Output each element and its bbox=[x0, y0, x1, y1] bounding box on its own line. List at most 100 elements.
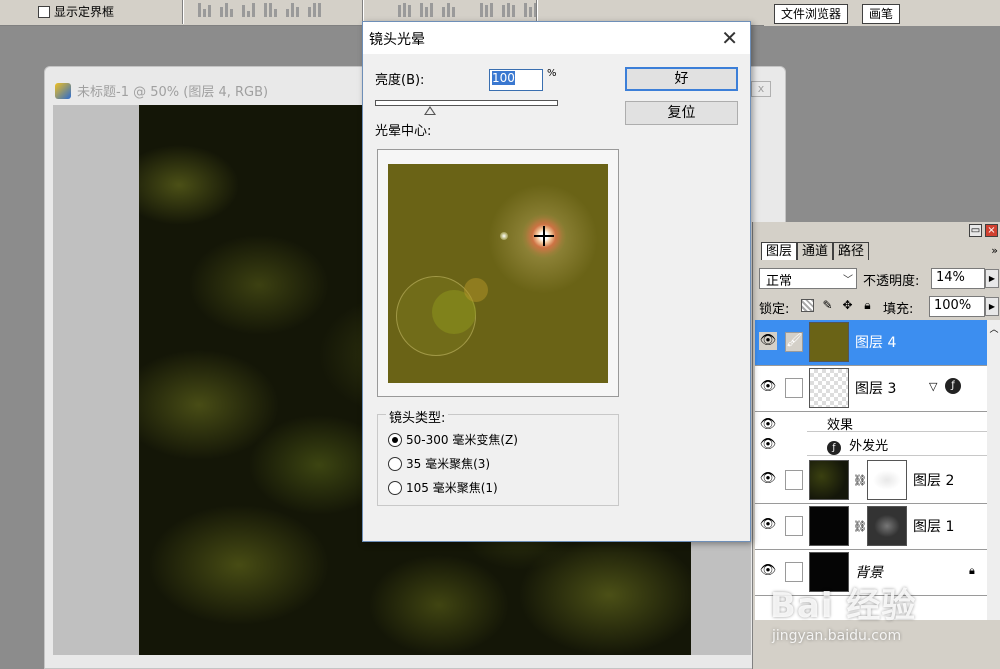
link-column[interactable] bbox=[785, 516, 803, 536]
dialog-close-button[interactable]: ✕ bbox=[721, 26, 738, 50]
tab-brushes[interactable]: 画笔 bbox=[862, 4, 901, 24]
lens-option-35mm[interactable]: 35 毫米聚焦(3) bbox=[388, 455, 490, 472]
palette-close-icon[interactable]: × bbox=[985, 224, 998, 237]
dialog-title: 镜头光晕 bbox=[369, 32, 425, 48]
lock-transparency-icon[interactable] bbox=[801, 299, 814, 312]
visibility-eye-icon[interactable]: 👁︎ bbox=[759, 516, 777, 534]
distribute-vcenter-icon[interactable] bbox=[420, 1, 436, 17]
align-left-icon[interactable] bbox=[264, 1, 280, 17]
layers-scrollbar[interactable]: ︿ bbox=[987, 320, 1000, 620]
visibility-eye-icon[interactable]: 👁︎ bbox=[759, 470, 777, 488]
distribute-bottom-icon[interactable] bbox=[442, 1, 458, 17]
link-column[interactable] bbox=[785, 378, 803, 398]
expand-effects-icon[interactable]: ▽ bbox=[929, 380, 937, 393]
fill-input[interactable]: 100% bbox=[929, 296, 985, 317]
lock-paint-brush-icon[interactable]: ✎ bbox=[821, 299, 834, 312]
palette-menu-icon[interactable]: » bbox=[991, 244, 998, 257]
distribute-top-icon[interactable] bbox=[398, 1, 414, 17]
layer-style-icon[interactable]: ƒ bbox=[945, 378, 961, 394]
fill-label: 填充: bbox=[883, 302, 914, 317]
brightness-value: 100 bbox=[492, 71, 515, 85]
layer-mask-thumbnail[interactable] bbox=[867, 506, 907, 546]
blend-opacity-row: 正常 ﹀ 不透明度: 14% ▶ bbox=[757, 268, 1000, 290]
scroll-up-icon[interactable]: ︿ bbox=[987, 322, 1000, 335]
layer-name[interactable]: 图层 3 bbox=[855, 378, 896, 398]
lens-option-label: 105 毫米聚焦(1) bbox=[406, 481, 498, 495]
brightness-slider[interactable] bbox=[375, 100, 558, 106]
opacity-slider-arrow-icon[interactable]: ▶ bbox=[985, 269, 999, 288]
lens-radio-zoom[interactable] bbox=[388, 432, 402, 447]
lock-label: 锁定: bbox=[759, 302, 790, 317]
brightness-slider-thumb[interactable] bbox=[423, 106, 436, 115]
lens-radio-35mm[interactable] bbox=[388, 456, 402, 471]
brightness-label: 亮度(B): bbox=[375, 73, 425, 88]
outer-glow-row[interactable]: ƒ 外发光 bbox=[807, 432, 987, 456]
effect-icon: ƒ bbox=[827, 441, 841, 455]
effects-visibility-eye-icon[interactable]: 👁︎ bbox=[759, 416, 777, 434]
lock-all-icon[interactable]: 🔒︎ bbox=[861, 299, 874, 312]
preview-frame bbox=[377, 149, 619, 397]
show-bounding-box-checkbox[interactable] bbox=[38, 5, 50, 18]
lock-fill-row: 锁定: ✎ ✥ 🔒︎ 填充: 100% ▶ bbox=[757, 296, 1000, 318]
lock-move-icon[interactable]: ✥ bbox=[841, 299, 854, 312]
visibility-eye-icon[interactable]: 👁︎ bbox=[759, 378, 777, 396]
layer-thumbnail bbox=[809, 506, 849, 546]
photoshop-document-icon bbox=[55, 82, 71, 99]
lens-flare-dialog: 镜头光晕 ✕ 亮度(B): 100 % 光晕中心: 镜头类型: 50-300 毫… bbox=[362, 21, 751, 542]
tab-layers[interactable]: 图层 bbox=[761, 242, 798, 260]
palette-title-bar[interactable]: ▭ × bbox=[753, 222, 1000, 240]
document-close-button[interactable]: x bbox=[751, 81, 771, 97]
lens-option-105mm[interactable]: 105 毫米聚焦(1) bbox=[388, 479, 498, 496]
lens-type-group: 镜头类型: 50-300 毫米变焦(Z) 35 毫米聚焦(3) 105 毫米聚焦… bbox=[377, 407, 619, 506]
lens-type-title: 镜头类型: bbox=[386, 407, 449, 426]
dialog-title-bar[interactable]: 镜头光晕 ✕ bbox=[363, 22, 750, 54]
show-bounding-box-option[interactable]: 显示定界框 bbox=[38, 3, 114, 20]
blend-mode-select[interactable]: 正常 ﹀ bbox=[759, 268, 857, 289]
mask-link-icon[interactable]: ⛓︎ bbox=[853, 520, 867, 533]
distribute-left-icon[interactable] bbox=[480, 1, 496, 17]
opacity-input[interactable]: 14% bbox=[931, 268, 985, 289]
layer-name[interactable]: 图层 4 bbox=[855, 332, 896, 352]
tab-channels[interactable]: 通道 bbox=[797, 242, 834, 260]
toolbar-separator bbox=[182, 0, 184, 24]
blend-mode-value: 正常 bbox=[766, 274, 793, 289]
align-right-icon[interactable] bbox=[308, 1, 324, 17]
layer-name[interactable]: 图层 1 bbox=[913, 516, 954, 536]
visibility-eye-icon[interactable]: 👁︎ bbox=[759, 332, 777, 350]
layer-row-4[interactable]: 👁︎ 🖌︎ 图层 4 bbox=[755, 320, 987, 366]
outer-glow-visibility-eye-icon[interactable]: 👁︎ bbox=[759, 436, 777, 454]
palette-minimize-icon[interactable]: ▭ bbox=[969, 224, 982, 237]
tab-file-browser[interactable]: 文件浏览器 bbox=[774, 4, 849, 24]
align-top-icon[interactable] bbox=[198, 1, 214, 17]
layer-name[interactable]: 图层 2 bbox=[913, 470, 954, 490]
lens-radio-105mm[interactable] bbox=[388, 480, 402, 495]
layer-lock-icon: 🔒︎ bbox=[969, 564, 975, 577]
fill-slider-arrow-icon[interactable]: ▶ bbox=[985, 297, 999, 316]
flare-center-crosshair-icon[interactable] bbox=[534, 226, 554, 246]
mask-link-icon[interactable]: ⛓︎ bbox=[853, 474, 867, 487]
document-title-bar[interactable]: 未标题-1 @ 50% (图层 4, RGB) bbox=[55, 81, 268, 100]
layer-row-3[interactable]: 👁︎ 图层 3 ▽ ƒ bbox=[755, 366, 987, 412]
effects-row[interactable]: 效果 bbox=[807, 412, 987, 433]
align-bottom-icon[interactable] bbox=[242, 1, 258, 17]
reset-button[interactable]: 复位 bbox=[625, 101, 738, 125]
layer-thumbnail bbox=[809, 322, 849, 362]
palette-tabs: 图层 通道 路径 bbox=[761, 242, 870, 260]
lens-option-zoom[interactable]: 50-300 毫米变焦(Z) bbox=[388, 431, 518, 448]
align-vcenter-icon[interactable] bbox=[220, 1, 236, 17]
ok-button[interactable]: 好 bbox=[625, 67, 738, 91]
layer-mask-thumbnail[interactable] bbox=[867, 460, 907, 500]
flare-preview[interactable] bbox=[388, 164, 608, 383]
effects-label: 效果 bbox=[827, 418, 854, 433]
distribute-hcenter-icon[interactable] bbox=[502, 1, 518, 17]
link-column[interactable] bbox=[785, 470, 803, 490]
align-hcenter-icon[interactable] bbox=[286, 1, 302, 17]
layer-list: 👁︎ 🖌︎ 图层 4 👁︎ 图层 3 ▽ ƒ 效果 ƒ 外发光 👁︎ 👁︎ 👁︎ bbox=[755, 320, 987, 620]
tab-paths[interactable]: 路径 bbox=[833, 242, 870, 260]
layer-row-1[interactable]: 👁︎ ⛓︎ 图层 1 bbox=[755, 504, 987, 550]
distribute-buttons bbox=[398, 1, 540, 17]
brightness-input[interactable]: 100 bbox=[489, 69, 543, 91]
layer-row-2[interactable]: 👁︎ ⛓︎ 图层 2 bbox=[755, 458, 987, 504]
brush-link-icon[interactable]: 🖌︎ bbox=[785, 332, 803, 352]
lens-option-label: 35 毫米聚焦(3) bbox=[406, 457, 491, 471]
